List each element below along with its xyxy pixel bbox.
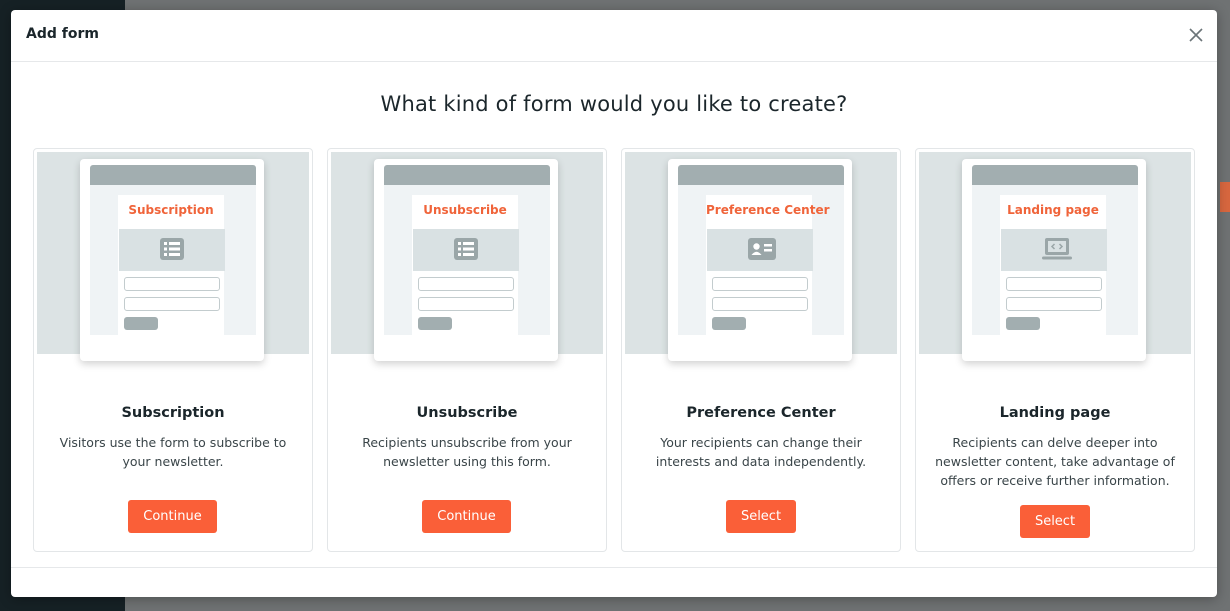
continue-button[interactable]: Continue bbox=[422, 500, 511, 533]
add-form-modal: Add form What kind of form would you lik… bbox=[11, 10, 1217, 597]
continue-button[interactable]: Continue bbox=[128, 500, 217, 533]
card-title: Subscription bbox=[121, 405, 225, 421]
mockup-field bbox=[712, 297, 808, 311]
select-button[interactable]: Select bbox=[726, 500, 796, 533]
close-button[interactable] bbox=[1187, 26, 1205, 44]
mockup-field bbox=[418, 277, 514, 291]
modal-title: Add form bbox=[26, 26, 99, 42]
mockup-browser-bar bbox=[384, 165, 550, 185]
card-title: Preference Center bbox=[686, 405, 836, 421]
preview-mockup: Unsubscribe bbox=[374, 159, 558, 361]
card-unsubscribe[interactable]: Unsubscribe Unsubscribe Recipients unsub… bbox=[327, 148, 607, 552]
card-preference-center[interactable]: Preference Center Preference Center Your… bbox=[621, 148, 901, 552]
mockup-browser-bar bbox=[972, 165, 1138, 185]
laptop-code-icon bbox=[1042, 238, 1072, 260]
preview-title: Landing page bbox=[1007, 203, 1099, 217]
mockup-image bbox=[119, 229, 225, 271]
page-heading: What kind of form would you like to crea… bbox=[380, 92, 848, 116]
card-description: Your recipients can change their interes… bbox=[655, 435, 867, 469]
modal-footer bbox=[11, 567, 1217, 598]
mockup-field bbox=[418, 297, 514, 311]
mockup-field bbox=[1006, 297, 1102, 311]
card-title: Unsubscribe bbox=[416, 405, 518, 421]
mockup-image bbox=[1001, 229, 1107, 271]
card-subscription[interactable]: Subscription Subscription Visitors use t… bbox=[33, 148, 313, 552]
backdrop-button bbox=[1220, 182, 1230, 212]
mockup-field bbox=[712, 277, 808, 291]
card-description: Recipients unsubscribe from your newslet… bbox=[362, 435, 572, 469]
list-icon bbox=[160, 238, 184, 260]
preview-mockup: Subscription bbox=[80, 159, 264, 361]
close-icon bbox=[1189, 28, 1203, 42]
mockup-field bbox=[124, 277, 220, 291]
mockup-browser-bar bbox=[90, 165, 256, 185]
card-description: Visitors use the form to subscribe to yo… bbox=[59, 435, 287, 469]
mockup-form-panel: Preference Center bbox=[706, 195, 830, 335]
mockup-field bbox=[1006, 277, 1102, 291]
select-button[interactable]: Select bbox=[1020, 505, 1090, 538]
preview-title: Subscription bbox=[128, 203, 214, 217]
mockup-button bbox=[418, 317, 452, 330]
mockup-browser-bar bbox=[678, 165, 844, 185]
preview-mockup: Preference Center bbox=[668, 159, 852, 361]
mockup-button bbox=[124, 317, 158, 330]
mockup-button bbox=[712, 317, 746, 330]
modal-header: Add form bbox=[11, 10, 1217, 62]
preview-title: Unsubscribe bbox=[423, 203, 507, 217]
mockup-form-panel: Landing page bbox=[1000, 195, 1107, 335]
mockup-image bbox=[413, 229, 519, 271]
card-landing-page[interactable]: Landing page Landing page Recipients can… bbox=[915, 148, 1195, 552]
mockup-form-panel: Unsubscribe bbox=[412, 195, 519, 335]
mockup-image bbox=[707, 229, 813, 271]
preview-mockup: Landing page bbox=[962, 159, 1146, 361]
id-card-icon bbox=[748, 238, 776, 260]
card-description: Recipients can delve deeper into newslet… bbox=[935, 435, 1175, 488]
mockup-form-panel: Subscription bbox=[118, 195, 225, 335]
list-icon bbox=[454, 238, 478, 260]
mockup-button bbox=[1006, 317, 1040, 330]
preview-title: Preference Center bbox=[706, 203, 830, 217]
card-title: Landing page bbox=[999, 405, 1111, 421]
mockup-field bbox=[124, 297, 220, 311]
